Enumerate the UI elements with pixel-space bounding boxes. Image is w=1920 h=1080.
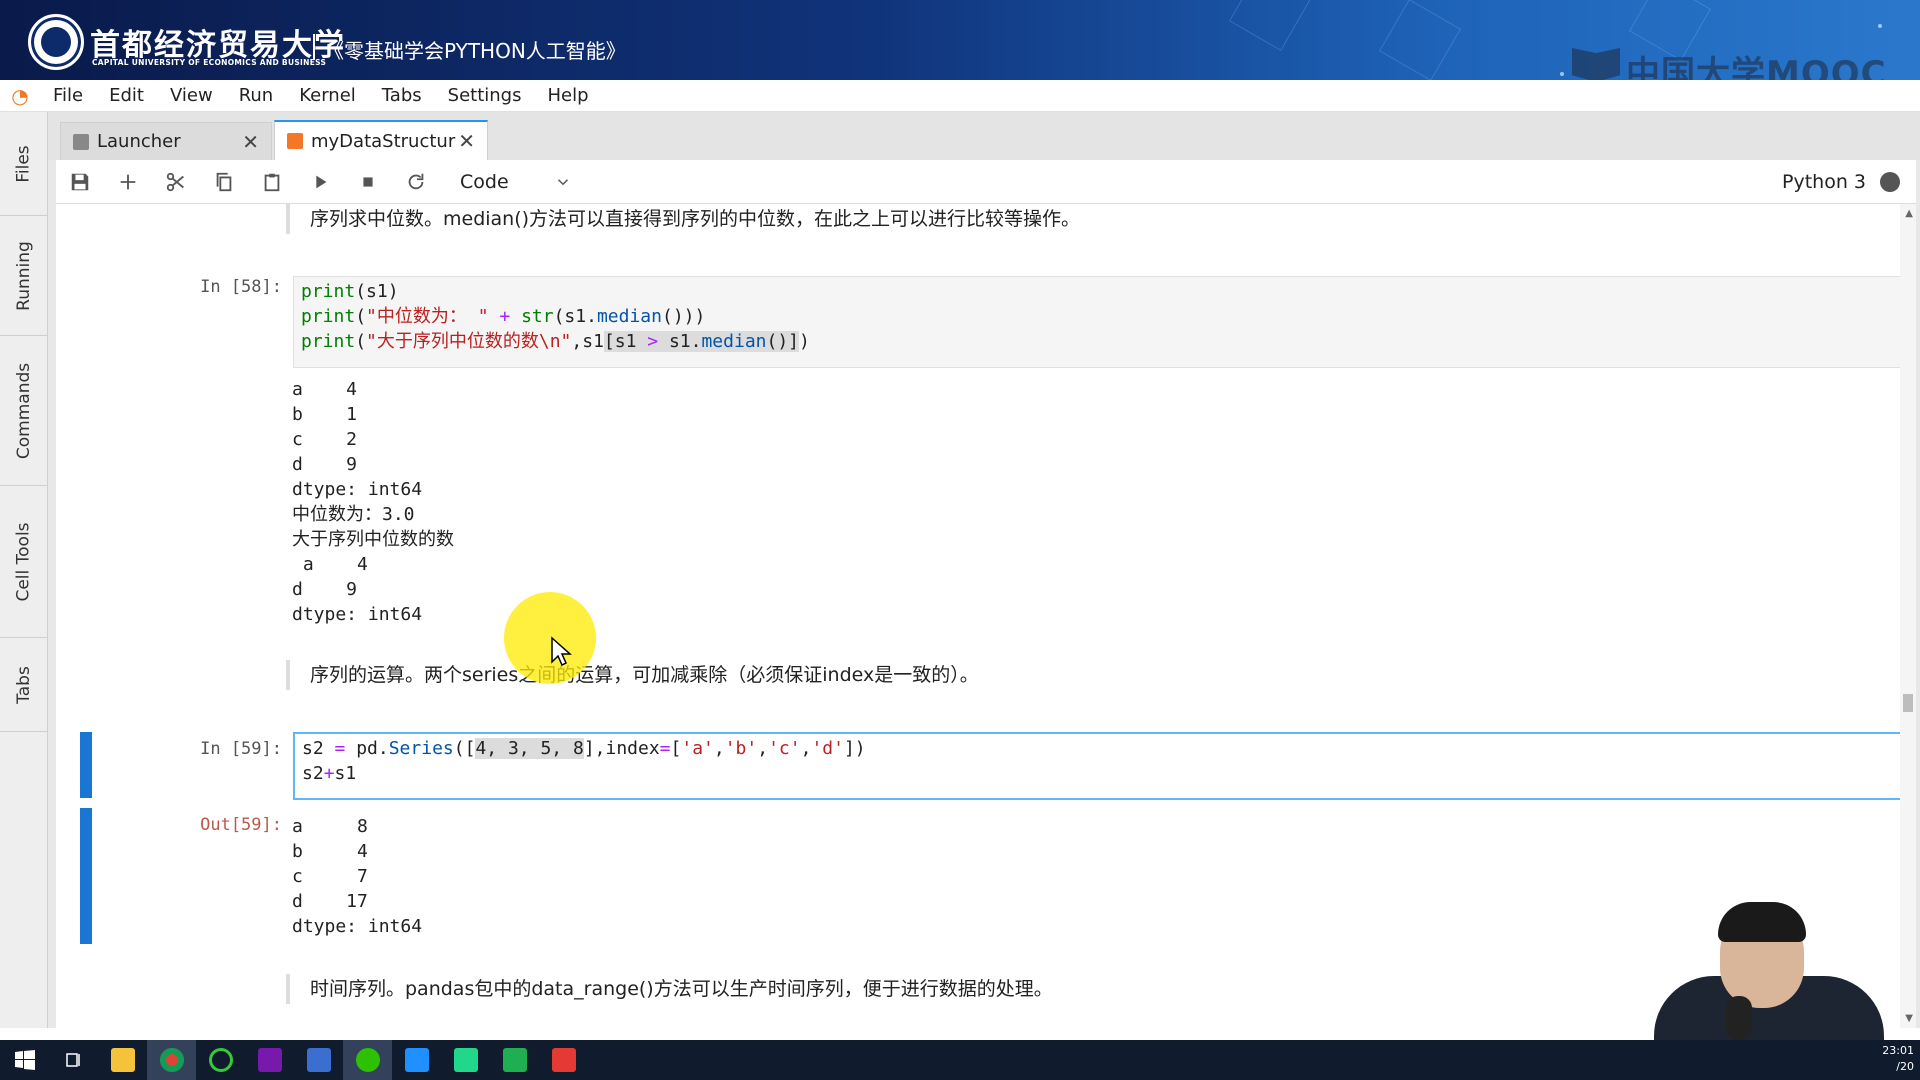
tab-notebook[interactable]: myDataStructur ✕: [274, 120, 488, 160]
markdown-cell[interactable]: 时间序列。pandas包中的data_range()方法可以生产时间序列，便于进…: [286, 974, 1053, 1004]
document-tab-bar: Launcher ✕ myDataStructur ✕: [48, 112, 1920, 160]
folder-icon: [110, 1048, 135, 1072]
close-icon[interactable]: ✕: [458, 129, 475, 153]
course-title: 《零基础学会PYTHON人工智能》: [324, 39, 626, 63]
scroll-up-icon[interactable]: ▲: [1905, 208, 1913, 219]
presenter-hair: [1718, 902, 1806, 942]
sidebar-tab-commands[interactable]: Commands: [0, 336, 48, 486]
taskbar-recorder[interactable]: [539, 1040, 588, 1080]
wechat-icon: [355, 1048, 380, 1072]
sidebar-tab-running[interactable]: Running: [0, 216, 48, 336]
start-button[interactable]: [0, 1040, 49, 1080]
chrome-icon: [159, 1048, 184, 1072]
university-name-en: CAPITAL UNIVERSITY OF ECONOMICS AND BUSI…: [92, 58, 327, 67]
taskbar-app-blue[interactable]: [294, 1040, 343, 1080]
app-icon: [306, 1048, 331, 1072]
microphone-icon: [1726, 996, 1752, 1040]
taskbar-wechat[interactable]: [343, 1040, 392, 1080]
code-output-58: a 4 b 1 c 2 d 9 dtype: int64 中位数为：3.0 大于…: [292, 379, 454, 625]
markdown-cell[interactable]: 序列求中位数。median()方法可以直接得到序列的中位数，在此之上可以进行比较…: [286, 204, 1080, 234]
scrollbar-thumb[interactable]: [1903, 694, 1913, 712]
taskbar-app-circle[interactable]: [196, 1040, 245, 1080]
dot-decoration: [1560, 72, 1564, 76]
markdown-cell[interactable]: 序列的运算。两个series之间的运算，可加减乘除（必须保证index是一致的）…: [286, 660, 979, 690]
taskbar-camtasia[interactable]: [490, 1040, 539, 1080]
left-sidebar: Files Running Commands Cell Tools Tabs: [0, 112, 48, 1028]
jupyter-logo-icon: ◔: [11, 83, 29, 108]
refresh-icon: [408, 173, 424, 189]
university-seal-icon: [28, 14, 84, 70]
stop-icon: [363, 176, 373, 187]
cut-button[interactable]: [152, 160, 200, 204]
task-view-icon: [65, 1053, 80, 1067]
taskbar-explorer[interactable]: [98, 1040, 147, 1080]
code-input-59[interactable]: s2 = pd.Series([4, 3, 5, 8],index=['a','…: [293, 732, 1916, 800]
taskbar-onenote[interactable]: [245, 1040, 294, 1080]
taskbar-pycharm[interactable]: [441, 1040, 490, 1080]
ring-app-icon: [208, 1048, 233, 1072]
menu-file[interactable]: File: [40, 80, 96, 112]
run-button[interactable]: [296, 160, 344, 204]
chevron-down-icon: [557, 178, 569, 185]
play-icon: [316, 175, 327, 188]
menu-edit[interactable]: Edit: [96, 80, 157, 112]
cell-type-select[interactable]: Code: [460, 171, 572, 193]
close-icon[interactable]: ✕: [242, 130, 259, 154]
menu-kernel[interactable]: Kernel: [286, 80, 369, 112]
pycharm-icon: [453, 1048, 478, 1072]
mooc-logo-icon: [1572, 48, 1620, 80]
camtasia-icon: [502, 1048, 527, 1072]
restart-button[interactable]: [392, 160, 440, 204]
dot-decoration: [1878, 24, 1882, 28]
windows-logo-icon: [14, 1050, 35, 1070]
menu-tabs[interactable]: Tabs: [369, 80, 435, 112]
paste-button[interactable]: [248, 160, 296, 204]
menu-settings[interactable]: Settings: [435, 80, 535, 112]
sidebar-tab-cell-tools[interactable]: Cell Tools: [0, 486, 48, 638]
menu-run[interactable]: Run: [226, 80, 287, 112]
scissors-icon: [166, 172, 184, 191]
clipboard-icon: [264, 173, 280, 191]
windows-taskbar: 23:01 /20: [0, 1040, 1920, 1080]
interrupt-button[interactable]: [344, 160, 392, 204]
task-view-button[interactable]: [49, 1040, 98, 1080]
hex-decoration: [1379, 0, 1461, 80]
taskbar-chrome[interactable]: [147, 1040, 196, 1080]
plus-icon: [120, 174, 136, 189]
onenote-icon: [257, 1048, 282, 1072]
course-banner: 首都经济贸易大学 CAPITAL UNIVERSITY OF ECONOMICS…: [0, 0, 1920, 80]
active-cell-indicator[interactable]: [80, 808, 92, 944]
system-clock[interactable]: 23:01 /20: [1882, 1043, 1914, 1075]
taskbar-app-chat[interactable]: [392, 1040, 441, 1080]
menu-view[interactable]: View: [157, 80, 226, 112]
input-prompt: In [59]:: [200, 739, 282, 759]
add-cell-button[interactable]: [104, 160, 152, 204]
hex-decoration: [1229, 0, 1311, 51]
notebook-toolbar: Code Python 3: [56, 160, 1916, 204]
save-icon: [71, 173, 89, 190]
input-prompt: In [58]:: [200, 277, 282, 297]
copy-button[interactable]: [200, 160, 248, 204]
recorder-icon: [551, 1048, 576, 1072]
sidebar-tab-files[interactable]: Files: [0, 112, 48, 216]
save-button[interactable]: [56, 160, 104, 204]
notebook-icon: [287, 133, 303, 149]
menu-help[interactable]: Help: [534, 80, 601, 112]
mouse-cursor-icon: [551, 636, 572, 667]
presenter-webcam: [1594, 880, 1920, 1040]
mooc-watermark: 中国大学MOOC: [1626, 54, 1887, 80]
copy-icon: [216, 172, 232, 191]
code-output-59: a 8 b 4 c 7 d 17 dtype: int64: [292, 816, 423, 937]
menu-bar: ◔ File Edit View Run Kernel Tabs Setting…: [0, 80, 1920, 112]
sidebar-tab-tabs[interactable]: Tabs: [0, 638, 48, 732]
kernel-name[interactable]: Python 3: [1782, 171, 1866, 193]
tab-launcher[interactable]: Launcher ✕: [60, 122, 272, 160]
kernel-status-icon: [1880, 171, 1900, 192]
code-input-58[interactable]: print(s1) print("中位数为： " + str(s1.median…: [293, 276, 1916, 368]
launcher-icon: [73, 133, 89, 150]
chat-app-icon: [404, 1048, 429, 1072]
active-cell-indicator[interactable]: [80, 732, 92, 798]
banner-separator: [313, 34, 315, 60]
output-prompt: Out[59]:: [200, 815, 282, 835]
